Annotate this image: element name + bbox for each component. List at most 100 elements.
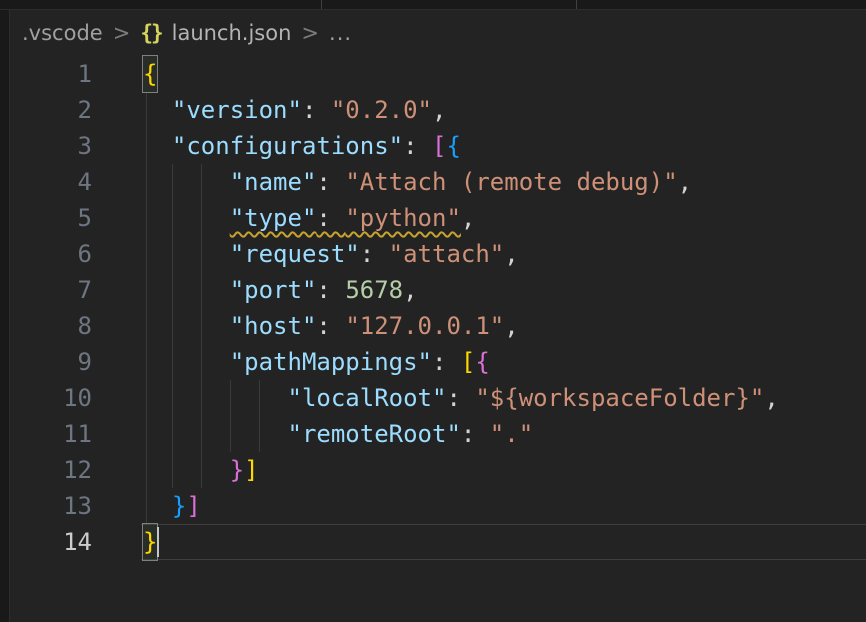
breadcrumb: .vscode > {} launch.json > ... [12,12,352,54]
line-number[interactable]: 12 [11,452,92,488]
code-segment: "0.2.0" [331,96,432,124]
line-number[interactable]: 10 [11,380,92,416]
code-segment [143,132,172,160]
code-segment: "name" [230,168,317,196]
code-segment: "127.0.0.1" [345,312,504,340]
line-number[interactable]: 9 [11,344,92,380]
code-segment: "." [490,420,533,448]
code-line-8[interactable]: 8 "host": "127.0.0.1", [11,308,866,344]
code-segment: , [678,168,692,196]
code-segment: , [504,312,518,340]
line-number[interactable]: 13 [11,488,92,524]
code-editor[interactable]: 1{2 "version": "0.2.0",3 "configurations… [11,56,866,622]
code-segment: "attach" [389,240,505,268]
code-segment [143,420,288,448]
code-segment [143,96,172,124]
code-segment: "${workspaceFolder}" [475,384,764,412]
code-segment [143,312,230,340]
vscode-editor-pane: .vscode > {} launch.json > ... 1{2 "vers… [0,0,866,622]
code-line-9[interactable]: 9 "pathMappings": [{ [11,344,866,380]
code-line-1[interactable]: 1{ [11,56,866,92]
json-braces-icon: {} [140,21,161,45]
code-segment [143,168,230,196]
code-segment: : [360,240,389,268]
tab-separator [321,0,322,9]
code-line-13[interactable]: 13 }] [11,488,866,524]
code-text: "localRoot": "${workspaceFolder}", [143,380,779,416]
code-segment: : [432,348,461,376]
breadcrumb-folder[interactable]: .vscode [22,21,103,45]
line-number[interactable]: 3 [11,128,92,164]
code-line-2[interactable]: 2 "version": "0.2.0", [11,92,866,128]
code-line-7[interactable]: 7 "port": 5678, [11,272,866,308]
code-segment: "port" [230,276,317,304]
code-segment: , [403,276,417,304]
code-text: "configurations": [{ [143,128,461,164]
breadcrumb-symbol[interactable]: ... [329,21,352,45]
text-cursor [157,527,159,557]
code-line-6[interactable]: 6 "request": "attach", [11,236,866,272]
code-line-11[interactable]: 11 "remoteRoot": "." [11,416,866,452]
code-segment: : [316,312,345,340]
tab-separator [576,0,577,9]
line-number[interactable]: 8 [11,308,92,344]
code-segment [143,492,172,520]
code-segment: } [172,492,186,520]
chevron-right-icon: > [301,21,319,45]
code-segment: , [504,240,518,268]
code-segment: 5678 [345,276,403,304]
line-number[interactable]: 14 [11,524,92,560]
line-number[interactable]: 7 [11,272,92,308]
code-text: "type": "python", [143,200,475,236]
sidebar-edge [0,10,10,622]
code-text: "version": "0.2.0", [143,92,446,128]
code-segment: "localRoot" [288,384,447,412]
code-segment: "Attach (remote debug)" [345,168,677,196]
code-text: }] [143,452,259,488]
code-segment: : [403,132,432,160]
code-segment: : [316,276,345,304]
tab-bar-edge [0,0,866,10]
code-segment: ] [244,456,258,484]
code-segment: : [461,420,490,448]
code-line-12[interactable]: 12 }] [11,452,866,488]
code-line-14[interactable]: 14} [11,524,866,560]
code-segment [143,240,230,268]
code-text: "port": 5678, [143,272,418,308]
code-segment: "type" [230,204,317,232]
line-number[interactable]: 2 [11,92,92,128]
code-segment: , [764,384,778,412]
bracket-match: } [143,524,157,560]
code-line-3[interactable]: 3 "configurations": [{ [11,128,866,164]
code-segment: [ [461,348,475,376]
code-segment [143,276,230,304]
line-number[interactable]: 11 [11,416,92,452]
code-line-5[interactable]: 5 "type": "python", [11,200,866,236]
code-text: "remoteRoot": "." [143,416,533,452]
code-segment: ] [186,492,200,520]
code-line-4[interactable]: 4 "name": "Attach (remote debug)", [11,164,866,200]
code-segment: "request" [230,240,360,268]
code-segment: , [432,96,446,124]
code-text: } [143,524,157,560]
line-number[interactable]: 6 [11,236,92,272]
line-number[interactable]: 4 [11,164,92,200]
code-segment: "version" [172,96,302,124]
code-segment: } [230,456,244,484]
code-segment: , [461,204,475,232]
code-segment: "configurations" [172,132,403,160]
code-text: }] [143,488,201,524]
breadcrumb-file[interactable]: launch.json [172,21,292,45]
line-number[interactable]: 1 [11,56,92,92]
code-segment: "host" [230,312,317,340]
code-line-10[interactable]: 10 "localRoot": "${workspaceFolder}", [11,380,866,416]
code-text: "pathMappings": [{ [143,344,490,380]
code-segment: "python" [345,204,461,232]
chevron-right-icon: > [113,21,131,45]
code-segment [143,384,288,412]
code-segment [143,456,230,484]
code-segment [143,348,230,376]
code-segment: : [446,384,475,412]
code-text: "name": "Attach (remote debug)", [143,164,692,200]
line-number[interactable]: 5 [11,200,92,236]
